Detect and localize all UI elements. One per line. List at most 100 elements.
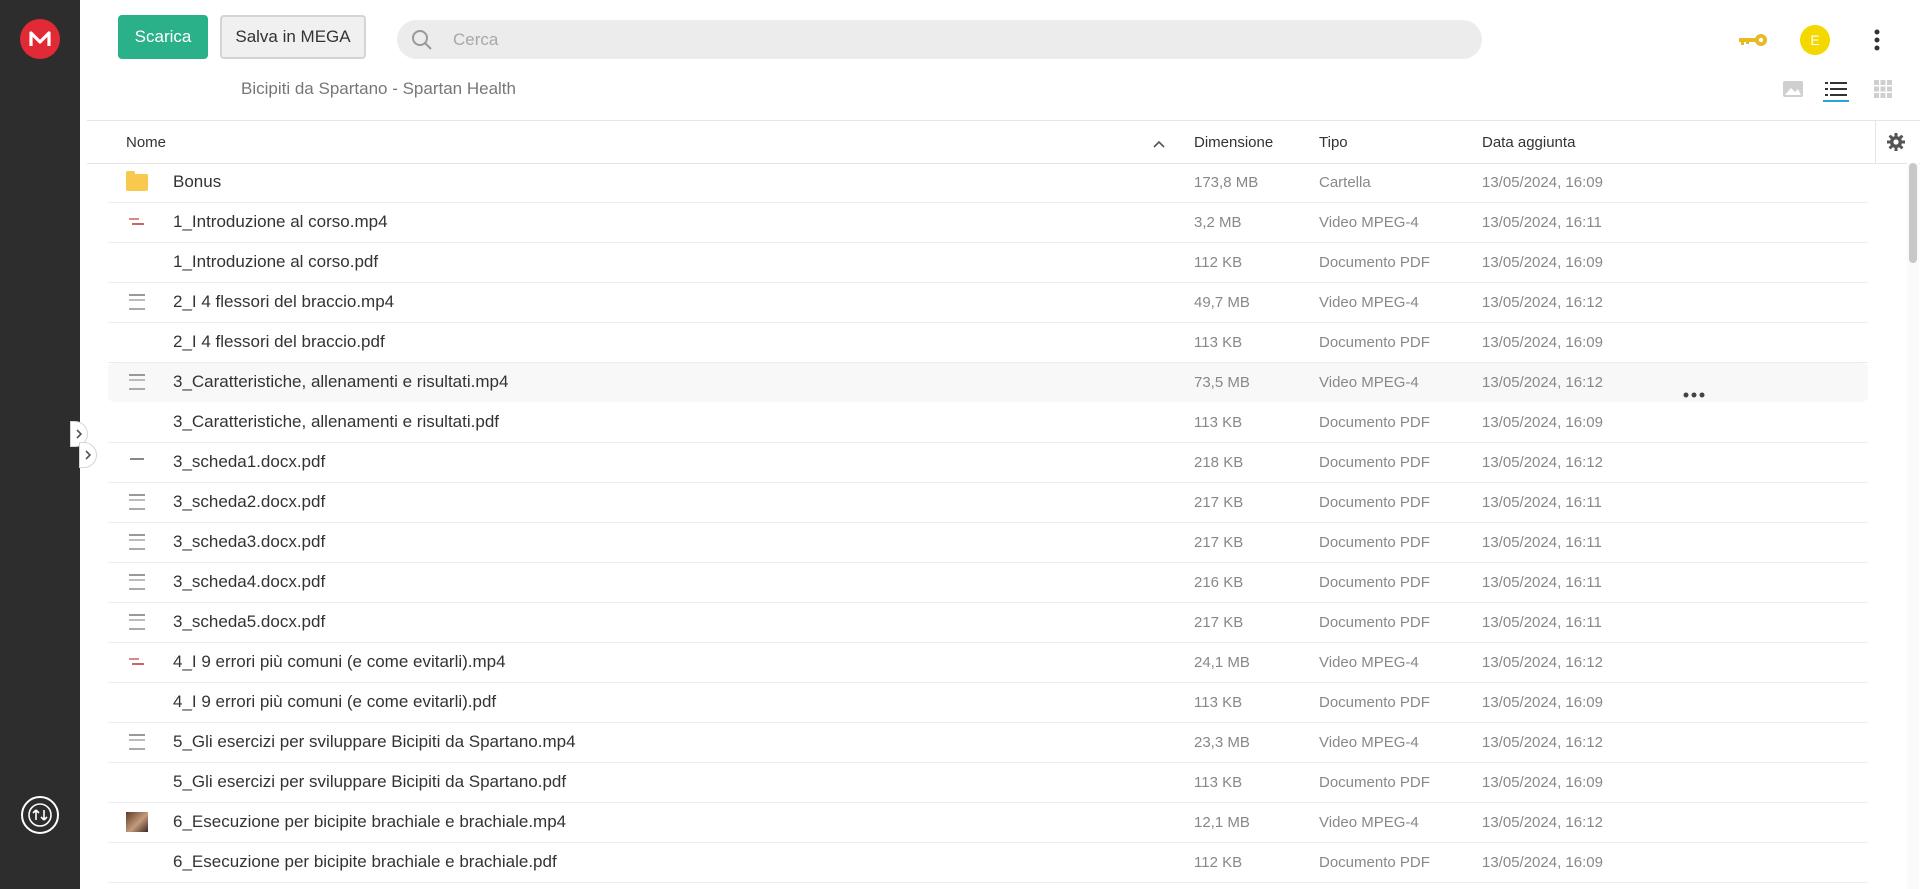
file-type: Documento PDF (1319, 334, 1430, 351)
table-row[interactable]: 3_scheda5.docx.pdf 217 KB Documento PDF 13/… (108, 603, 1868, 643)
image-view-icon[interactable] (1780, 78, 1806, 100)
file-size: 73,5 MB (1194, 374, 1250, 391)
blank-thumbnail (126, 852, 148, 872)
file-type: Documento PDF (1319, 494, 1430, 511)
table-row[interactable]: 3_scheda2.docx.pdf 217 KB Documento PDF 13/… (108, 483, 1868, 523)
file-name: 3_Caratteristiche, allenamenti e risulta… (173, 372, 509, 391)
file-size: 3,2 MB (1194, 214, 1242, 231)
save-in-mega-button[interactable]: Salva in MEGA (220, 15, 366, 59)
download-button[interactable]: Scarica (118, 15, 208, 59)
file-name: 4_I 9 errori più comuni (e come evitarli… (173, 652, 506, 671)
file-type: Documento PDF (1319, 414, 1430, 431)
file-type: Video MPEG-4 (1319, 734, 1419, 751)
grid-view-icon[interactable] (1870, 78, 1896, 100)
file-date: 13/05/2024, 16:09 (1482, 414, 1603, 431)
sort-ascending-icon[interactable] (1153, 135, 1165, 152)
file-thumbnail (126, 812, 148, 832)
table-row[interactable]: 6_Esecuzione per bicipite brachiale e br… (108, 803, 1868, 843)
file-type: Documento PDF (1319, 454, 1430, 471)
table-row[interactable]: 3_Caratteristiche, allenamenti e risulta… (108, 403, 1868, 443)
transfers-icon[interactable] (21, 796, 59, 834)
scrollbar-track[interactable] (1907, 163, 1919, 889)
file-name: 6_Esecuzione per bicipite brachiale e br… (173, 852, 557, 871)
table-row[interactable]: 2_I 4 flessori del braccio.mp4 49,7 MB Vid… (108, 283, 1868, 323)
table-row[interactable]: 1_Introduzione al corso.mp4 3,2 MB Video M… (108, 203, 1868, 243)
key-icon[interactable] (1735, 28, 1771, 52)
file-size: 217 KB (1194, 494, 1244, 511)
file-date: 13/05/2024, 16:12 (1482, 734, 1603, 751)
file-thumbnail (126, 452, 148, 472)
blank-thumbnail (126, 332, 148, 352)
file-name: 3_scheda1.docx.pdf (173, 452, 326, 471)
file-date: 13/05/2024, 16:11 (1482, 614, 1602, 631)
column-name[interactable]: Nome (126, 134, 166, 151)
file-date: 13/05/2024, 16:11 (1482, 534, 1602, 551)
mega-logo-icon[interactable] (20, 19, 60, 59)
table-row[interactable]: 3_scheda1.docx.pdf 218 KB Documento PDF 13/… (108, 443, 1868, 483)
file-type: Video MPEG-4 (1319, 214, 1419, 231)
table-row[interactable]: 1_Introduzione al corso.pdf 112 KB Documen… (108, 243, 1868, 283)
main-area: Scarica Salva in MEGA E Bicipiti da Spar… (87, 0, 1920, 889)
file-size: 112 KB (1194, 854, 1243, 871)
column-date[interactable]: Data aggiunta (1482, 134, 1575, 151)
file-size: 12,1 MB (1194, 814, 1250, 831)
file-size: 173,8 MB (1194, 174, 1259, 191)
column-size[interactable]: Dimensione (1194, 134, 1273, 151)
table-row[interactable]: 4_I 9 errori più comuni (e come evitarli… (108, 683, 1868, 723)
file-size: 24,1 MB (1194, 654, 1250, 671)
file-size: 112 KB (1194, 254, 1243, 271)
header-divider (1875, 121, 1876, 163)
file-name: 2_I 4 flessori del braccio.pdf (173, 332, 385, 351)
file-date: 13/05/2024, 16:09 (1482, 254, 1603, 271)
table-row[interactable]: 6_Esecuzione per bicipite brachiale e br… (108, 843, 1868, 883)
table-row[interactable]: 3_scheda4.docx.pdf 216 KB Documento PDF 13/… (108, 563, 1868, 603)
file-date: 13/05/2024, 16:09 (1482, 694, 1603, 711)
blank-thumbnail (126, 772, 148, 792)
blank-thumbnail (126, 412, 148, 432)
file-name: 2_I 4 flessori del braccio.mp4 (173, 292, 395, 311)
row-more-icon[interactable] (1683, 378, 1705, 404)
file-thumbnail (126, 372, 148, 392)
file-size: 49,7 MB (1194, 294, 1250, 311)
file-type: Documento PDF (1319, 534, 1430, 551)
breadcrumb[interactable]: Bicipiti da Spartano - Spartan Health (241, 79, 516, 99)
file-thumbnail (126, 212, 148, 232)
table-row[interactable]: 5_Gli esercizi per sviluppare Bicipiti d… (108, 763, 1868, 803)
file-name: Bonus (173, 172, 222, 191)
file-size: 113 KB (1194, 774, 1243, 791)
file-date: 13/05/2024, 16:12 (1482, 654, 1603, 671)
column-type[interactable]: Tipo (1319, 134, 1348, 151)
table-row[interactable]: 2_I 4 flessori del braccio.pdf 113 KB Docu… (108, 323, 1868, 363)
file-date: 13/05/2024, 16:09 (1482, 174, 1603, 191)
file-name: 3_scheda5.docx.pdf (173, 612, 326, 631)
search-input[interactable] (451, 28, 1355, 51)
folder-icon (126, 170, 148, 192)
file-thumbnail (126, 532, 148, 552)
file-date: 13/05/2024, 16:12 (1482, 374, 1603, 391)
table-row[interactable]: 5_Gli esercizi per sviluppare Bicipiti d… (108, 723, 1868, 763)
search-icon (411, 29, 433, 51)
table-row[interactable]: Bonus 173,8 MB Cartella 13/05/2024, 16:09 (108, 163, 1868, 203)
file-type: Video MPEG-4 (1319, 654, 1419, 671)
column-settings-icon[interactable] (1886, 132, 1906, 156)
list-view-icon[interactable] (1823, 78, 1849, 102)
file-name: 5_Gli esercizi per sviluppare Bicipiti d… (173, 732, 576, 751)
search-bar[interactable] (397, 20, 1482, 59)
table-row[interactable]: 3_scheda3.docx.pdf 217 KB Documento PDF 13/… (108, 523, 1868, 563)
file-name: 1_Introduzione al corso.pdf (173, 252, 379, 271)
table-row[interactable]: 4_I 9 errori più comuni (e come evitarli… (108, 643, 1868, 683)
more-menu-icon[interactable] (1867, 26, 1887, 54)
file-date: 13/05/2024, 16:12 (1482, 294, 1603, 311)
file-type: Documento PDF (1319, 774, 1430, 791)
file-name: 3_scheda3.docx.pdf (173, 532, 326, 551)
avatar[interactable]: E (1800, 25, 1830, 55)
file-size: 218 KB (1194, 454, 1244, 471)
file-name: 1_Introduzione al corso.mp4 (173, 212, 388, 231)
file-name: 4_I 9 errori più comuni (e come evitarli… (173, 692, 497, 711)
file-size: 217 KB (1194, 614, 1244, 631)
file-type: Cartella (1319, 174, 1371, 191)
file-thumbnail (126, 492, 148, 512)
file-type: Documento PDF (1319, 694, 1430, 711)
table-row[interactable]: 3_Caratteristiche, allenamenti e risulta… (108, 363, 1868, 402)
scrollbar-thumb[interactable] (1909, 163, 1917, 263)
